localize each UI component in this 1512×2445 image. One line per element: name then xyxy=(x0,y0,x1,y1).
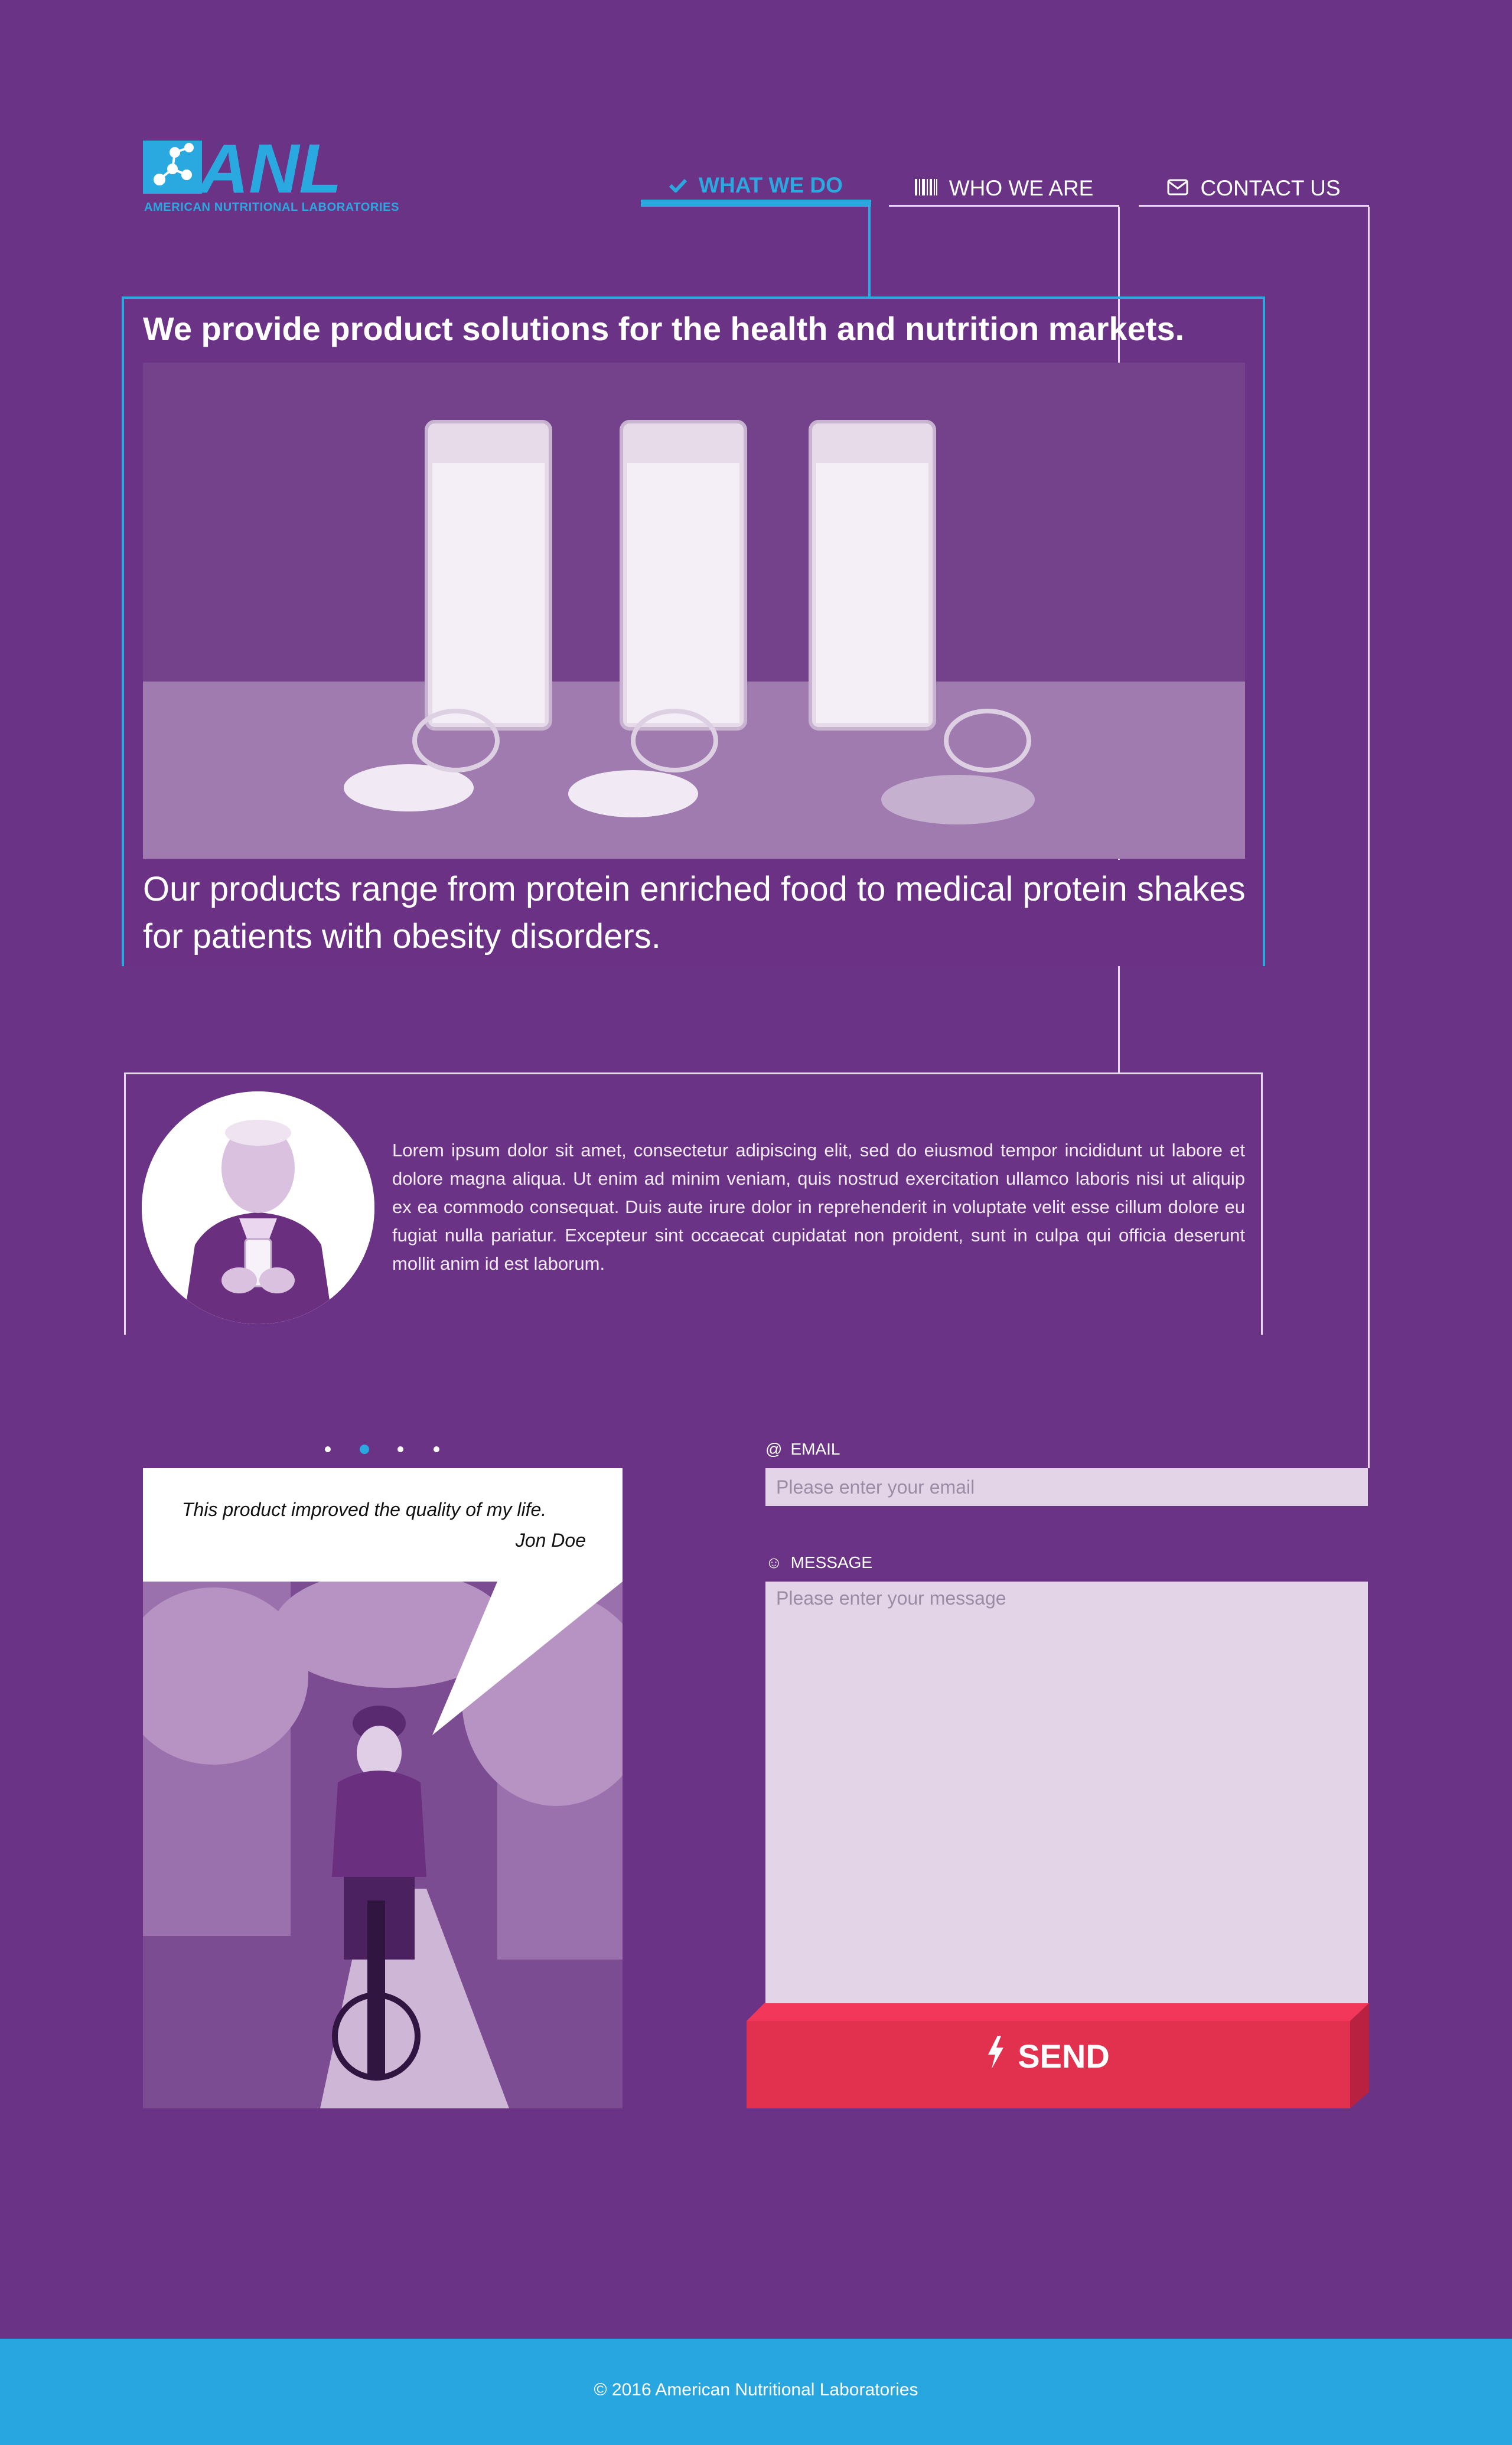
quote-bubble xyxy=(143,1468,623,1582)
at-icon: @ xyxy=(765,1440,783,1458)
avatar xyxy=(142,1091,374,1324)
message-field[interactable] xyxy=(765,1582,1368,2003)
envelope-icon xyxy=(1167,176,1188,201)
lightning-icon xyxy=(987,2035,1005,2076)
send-button[interactable]: SEND xyxy=(747,2003,1369,2108)
hero-image xyxy=(143,363,1245,859)
connector-line xyxy=(1368,207,1370,1468)
nav-label: WHO WE ARE xyxy=(949,175,1094,200)
nav-contact-us[interactable]: CONTACT US xyxy=(1139,171,1369,207)
hero-title: We provide product solutions for the hea… xyxy=(143,310,1185,347)
protein-shakes-illustration xyxy=(143,363,1245,859)
quote-text: This product improved the quality of my … xyxy=(182,1499,547,1520)
logo[interactable]: ANL AMERICAN NUTRITIONAL LABORATORIES xyxy=(142,139,400,215)
nav-label: CONTACT US xyxy=(1200,175,1341,200)
slider-dot-active[interactable] xyxy=(360,1445,369,1454)
nav-what-we-do[interactable]: WHAT WE DO xyxy=(641,171,871,207)
slide-image xyxy=(143,1582,623,2108)
quote-author: Jon Doe xyxy=(515,1530,586,1551)
check-icon xyxy=(669,173,687,198)
slider-dot[interactable] xyxy=(325,1446,331,1452)
send-label: SEND xyxy=(1018,2037,1110,2075)
connector-line xyxy=(868,207,871,296)
slider-dot[interactable] xyxy=(434,1446,439,1452)
nav-label: WHAT WE DO xyxy=(699,173,843,197)
person-portrait xyxy=(142,1091,374,1324)
email-field[interactable] xyxy=(765,1468,1368,1506)
copyright-text: © 2016 American Nutritional Laboratories xyxy=(594,2380,918,2400)
slider-dot[interactable] xyxy=(397,1446,403,1452)
logo-letters: ANL xyxy=(197,139,342,196)
logo-mark: ANL xyxy=(143,139,342,196)
cyclist-illustration xyxy=(143,1582,623,2108)
logo-subtitle: AMERICAN NUTRITIONAL LABORATORIES xyxy=(144,201,400,214)
smiley-icon: ☺ xyxy=(765,1553,783,1572)
barcode-icon xyxy=(914,176,937,201)
nav-who-we-are[interactable]: WHO WE ARE xyxy=(889,171,1119,207)
email-label: @ EMAIL xyxy=(765,1440,840,1458)
hero-description: Our products range from protein enriched… xyxy=(143,870,1246,956)
about-text: Lorem ipsum dolor sit amet, consectetur … xyxy=(392,1140,1245,1274)
message-label: ☺ MESSAGE xyxy=(765,1553,873,1572)
